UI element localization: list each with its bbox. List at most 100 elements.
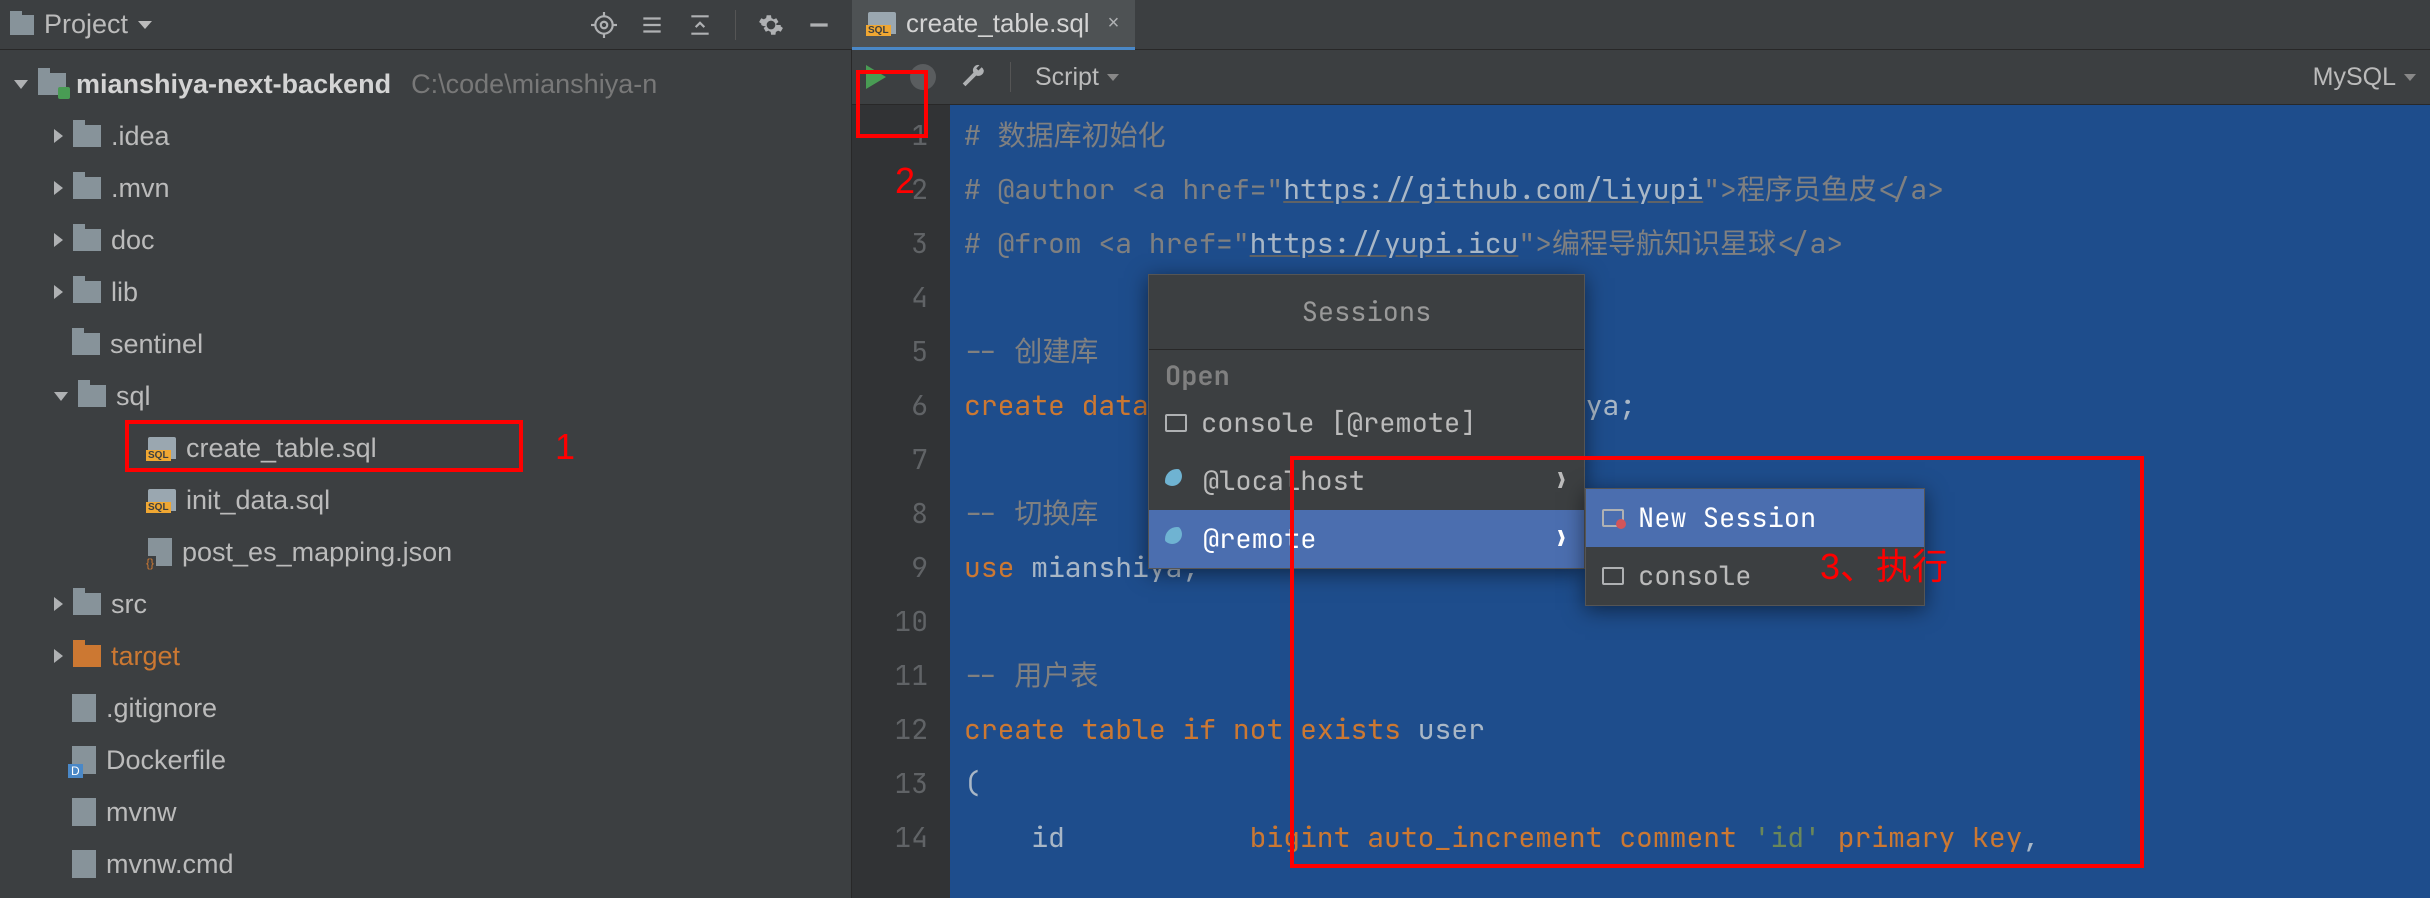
line-number: 12 xyxy=(852,703,928,757)
tree-item-label: .mvn xyxy=(111,173,170,204)
tree-item-sql[interactable]: sql xyxy=(0,370,851,422)
chevron-right-icon[interactable] xyxy=(54,129,63,143)
tree-item-mvnw-cmd[interactable]: mvnw.cmd xyxy=(0,838,851,890)
line-number: 6 xyxy=(852,379,928,433)
folder-icon xyxy=(78,385,106,407)
tree-item-doc[interactable]: doc xyxy=(0,214,851,266)
annotation-3: 3、执行 xyxy=(1820,538,1948,590)
script-dropdown[interactable]: Script xyxy=(1035,63,1119,92)
line-number: 5 xyxy=(852,325,928,379)
tree-item-sentinel[interactable]: sentinel xyxy=(0,318,851,370)
module-folder-icon xyxy=(38,73,66,95)
session-item[interactable]: console [@remote] xyxy=(1149,394,1584,452)
line-number: 4 xyxy=(852,271,928,325)
tree-item-label: sentinel xyxy=(110,329,203,360)
expand-all-icon[interactable] xyxy=(639,12,665,38)
chevron-right-icon[interactable] xyxy=(54,233,63,247)
tree-item-label: sql xyxy=(116,381,151,412)
tree-item-label: Dockerfile xyxy=(106,745,226,776)
collapse-all-icon[interactable] xyxy=(687,12,713,38)
tree-item-dockerfile[interactable]: Dockerfile xyxy=(0,734,851,786)
line-number: 2 xyxy=(852,163,928,217)
project-icon xyxy=(10,15,34,35)
tree-item-label: init_data.sql xyxy=(186,485,330,516)
sql-file-icon xyxy=(868,12,896,34)
tree-item-lib[interactable]: lib xyxy=(0,266,851,318)
target-icon[interactable] xyxy=(591,12,617,38)
line-number: 7 xyxy=(852,433,928,487)
chevron-down-icon[interactable] xyxy=(14,80,28,89)
tree-root[interactable]: mianshiya-next-backend C:\code\mianshiya… xyxy=(0,58,851,110)
folder-icon xyxy=(73,125,101,147)
wrench-icon[interactable] xyxy=(960,64,986,90)
folder-icon xyxy=(73,177,101,199)
code-line[interactable]: # @author <a href="https://github.com/li… xyxy=(964,163,2430,217)
gutter: 1234567891011121314 xyxy=(852,105,950,898)
chevron-down-icon[interactable] xyxy=(54,392,68,401)
editor-toolbar: Script MySQL xyxy=(852,50,2430,105)
project-label[interactable]: Project xyxy=(44,9,128,40)
line-number: 14 xyxy=(852,811,928,865)
project-tree[interactable]: mianshiya-next-backend C:\code\mianshiya… xyxy=(0,50,852,898)
root-name: mianshiya-next-backend xyxy=(76,69,391,100)
chevron-right-icon[interactable] xyxy=(54,285,63,299)
chevron-right-icon[interactable] xyxy=(54,597,63,611)
docker-file-icon xyxy=(72,746,96,774)
line-number: 3 xyxy=(852,217,928,271)
settings-gear-icon[interactable] xyxy=(758,12,784,38)
sql-file-icon xyxy=(148,489,176,511)
folder-icon xyxy=(73,281,101,303)
tree-item-post-es-mapping-json[interactable]: post_es_mapping.json xyxy=(0,526,851,578)
tree-item-label: mvnw.cmd xyxy=(106,849,234,880)
chevron-down-icon xyxy=(2404,74,2416,81)
popup-title: Sessions xyxy=(1149,275,1584,350)
annotation-box-3 xyxy=(1290,456,2144,868)
folder-icon xyxy=(72,333,100,355)
tab-filename: create_table.sql xyxy=(906,8,1090,39)
root-path: C:\code\mianshiya-n xyxy=(411,69,657,100)
tree-item-label: lib xyxy=(111,277,138,308)
title-bar: Project create_table.sql × xyxy=(0,0,2430,50)
console-icon xyxy=(1165,414,1187,432)
tree-item-init-data-sql[interactable]: init_data.sql xyxy=(0,474,851,526)
line-number: 9 xyxy=(852,541,928,595)
json-file-icon xyxy=(148,538,172,566)
tree-item-target[interactable]: target xyxy=(0,630,851,682)
tree-item-mvnw[interactable]: mvnw xyxy=(0,786,851,838)
db-label: MySQL xyxy=(2313,63,2396,92)
line-number: 11 xyxy=(852,649,928,703)
folder-icon xyxy=(73,645,101,667)
file-icon xyxy=(72,798,96,826)
script-label: Script xyxy=(1035,63,1099,92)
editor-tab[interactable]: create_table.sql × xyxy=(852,0,1135,50)
tree-item--idea[interactable]: .idea xyxy=(0,110,851,162)
chevron-right-icon[interactable] xyxy=(54,181,63,195)
folder-icon xyxy=(73,229,101,251)
line-number: 13 xyxy=(852,757,928,811)
line-number: 10 xyxy=(852,595,928,649)
code-line[interactable]: # @from <a href="https://yupi.icu">编程导航知… xyxy=(964,217,2430,271)
tree-item--gitignore[interactable]: .gitignore xyxy=(0,682,851,734)
annotation-box-2 xyxy=(856,70,928,138)
db-indicator[interactable]: MySQL xyxy=(2313,63,2416,92)
code-line[interactable]: # 数据库初始化 xyxy=(964,109,2430,163)
tree-item--mvn[interactable]: .mvn xyxy=(0,162,851,214)
tree-item-label: .gitignore xyxy=(106,693,217,724)
annotation-box-1 xyxy=(125,420,523,472)
annotation-1: 1 xyxy=(555,426,575,468)
chevron-down-icon xyxy=(1107,74,1119,81)
tree-item-label: mvnw xyxy=(106,797,177,828)
tree-item-label: target xyxy=(111,641,180,672)
popup-heading: Open xyxy=(1149,350,1584,394)
close-tab-icon[interactable]: × xyxy=(1100,12,1120,35)
chevron-right-icon[interactable] xyxy=(54,649,63,663)
file-icon xyxy=(72,850,96,878)
tree-item-src[interactable]: src xyxy=(0,578,851,630)
line-number: 8 xyxy=(852,487,928,541)
tree-item-label: src xyxy=(111,589,147,620)
file-icon xyxy=(72,694,96,722)
project-dropdown-icon[interactable] xyxy=(138,21,152,29)
mysql-icon xyxy=(1165,527,1189,551)
minimize-icon[interactable] xyxy=(806,12,832,38)
tree-item-label: .idea xyxy=(111,121,170,152)
